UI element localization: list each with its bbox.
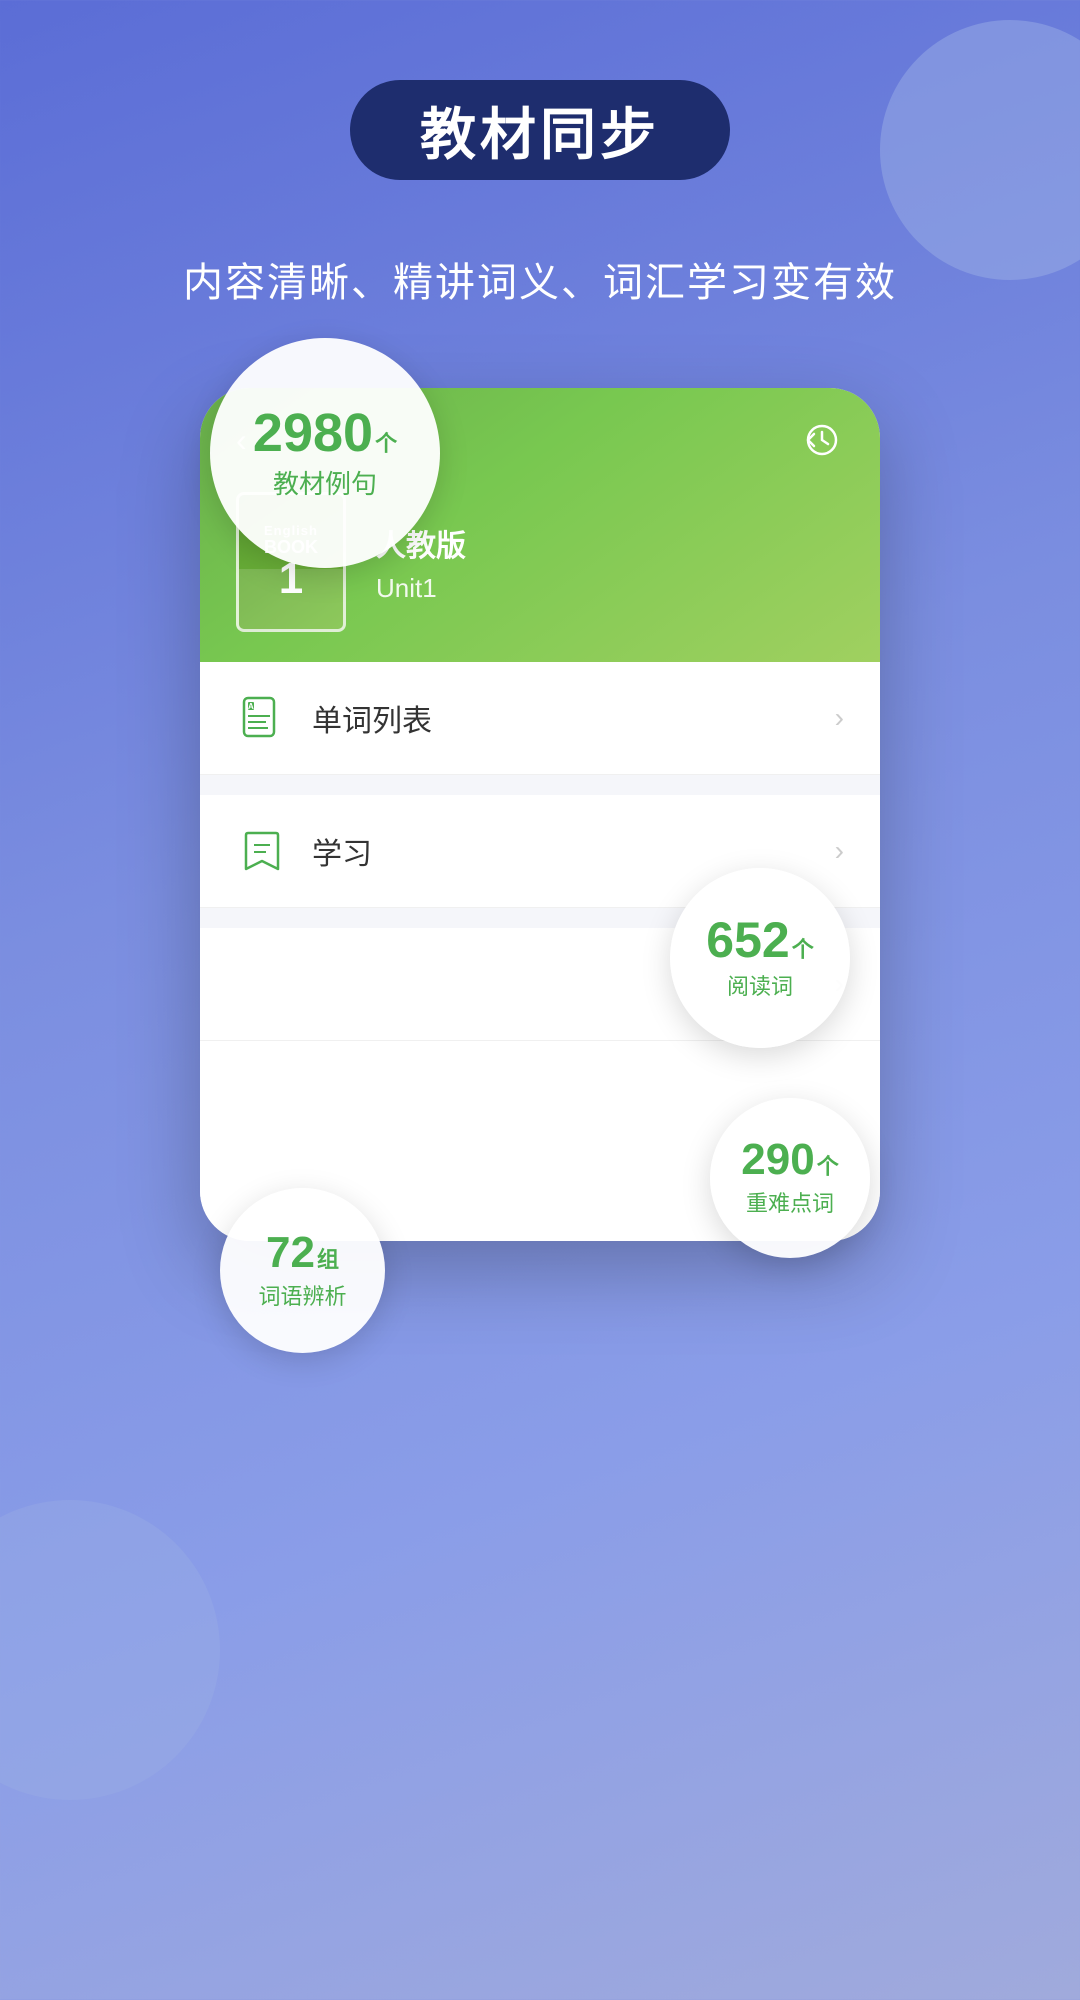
- menu-gap-1: [200, 775, 880, 795]
- bg-decoration-circle-top: [880, 20, 1080, 280]
- badge-key-words: 290 个 重难点词: [710, 1098, 870, 1258]
- badge-example-sentences: 2980 个 教材例句: [210, 338, 440, 568]
- phone-container: ‹ English BOOK 1 人教版 Unit1: [200, 388, 880, 1288]
- badge-652-label: 阅读词: [727, 969, 793, 1001]
- badge-652-unit: 个: [792, 932, 814, 964]
- badge-reading-words: 652 个 阅读词: [670, 868, 850, 1048]
- word-list-label: 单词列表: [312, 696, 835, 740]
- bookmark-icon: [236, 825, 288, 877]
- badge-2980-number: 2980: [253, 406, 373, 460]
- badge-652-number: 652: [706, 915, 789, 965]
- study-arrow: ›: [835, 835, 844, 867]
- badge-72-number: 72: [266, 1231, 315, 1275]
- badge-290-number: 290: [741, 1138, 814, 1182]
- item3-icon: [236, 958, 288, 1010]
- badge-2980-label: 教材例句: [273, 464, 377, 501]
- badge-2980-unit: 个: [375, 426, 397, 458]
- header-pill: 教材同步: [350, 80, 730, 180]
- badge-72-unit: 组: [317, 1242, 339, 1274]
- badge-290-label: 重难点词: [746, 1186, 834, 1218]
- badge-word-groups: 72 组 词语辨析: [220, 1188, 385, 1353]
- bg-decoration-circle-bottom: [0, 1500, 220, 1800]
- badge-72-label: 词语辨析: [258, 1279, 346, 1311]
- book-unit: Unit1: [376, 573, 466, 604]
- menu-item-word-list[interactable]: A 单词列表 ›: [200, 662, 880, 775]
- study-label: 学习: [312, 829, 835, 873]
- history-icon[interactable]: [800, 418, 844, 462]
- badge-290-unit: 个: [817, 1149, 839, 1181]
- subtitle: 内容清晰、精讲词义、词汇学习变有效: [0, 250, 1080, 308]
- header-title: 教材同步: [420, 90, 660, 171]
- word-list-arrow: ›: [835, 702, 844, 734]
- abc-icon: A: [236, 692, 288, 744]
- svg-text:A: A: [248, 702, 254, 711]
